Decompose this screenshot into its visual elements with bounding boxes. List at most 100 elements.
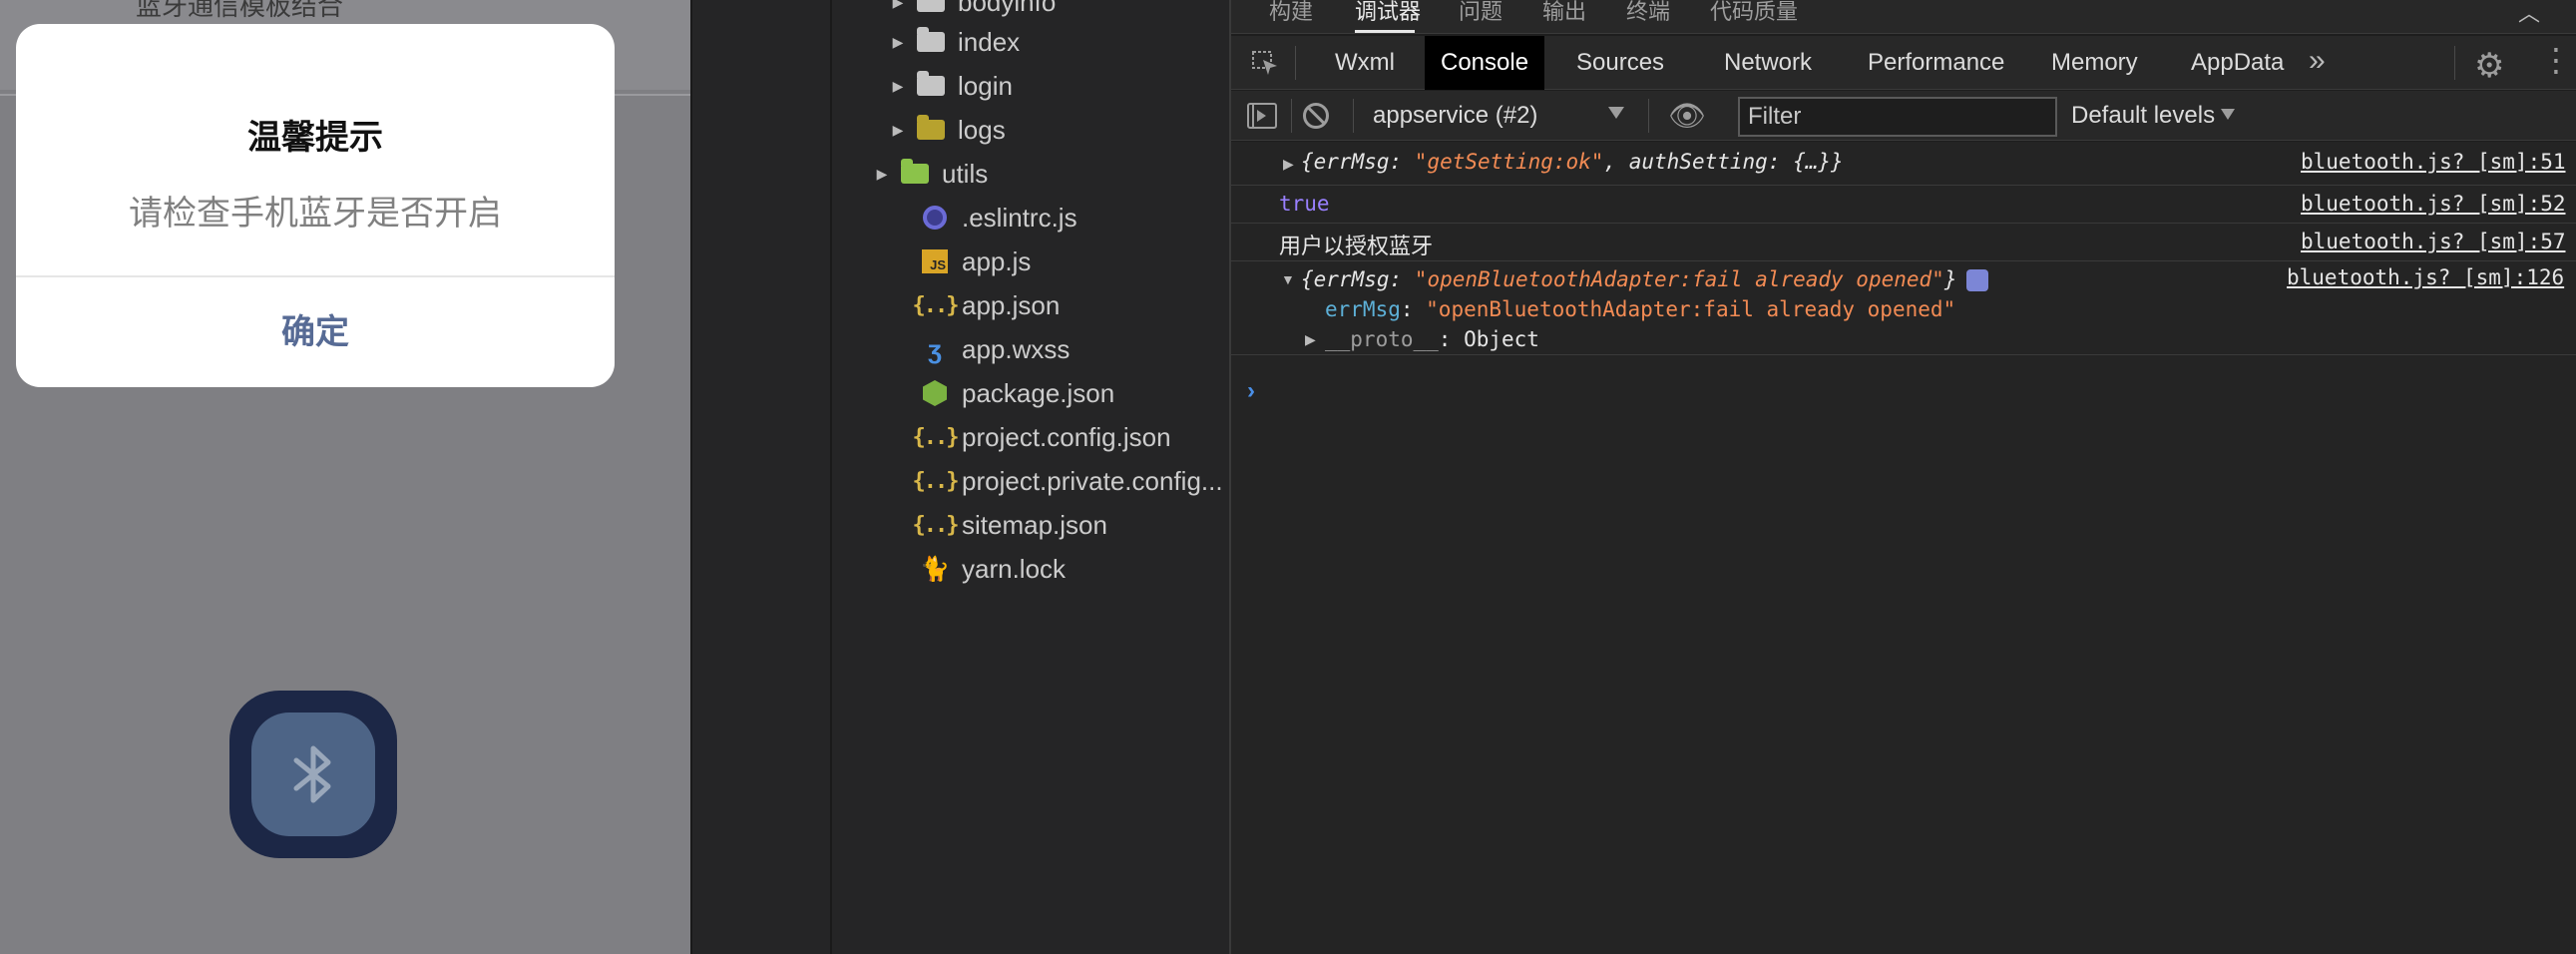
console-prompt[interactable]: › [1247, 377, 1255, 405]
settings-gear-icon[interactable]: ⚙ [2474, 46, 2504, 86]
tab-appdata[interactable]: AppData [2175, 36, 2300, 90]
log-object-preview[interactable]: {errMsg: "openBluetoothAdapter:fail alre… [1301, 267, 1989, 291]
log-prefix: {errMsg: [1301, 267, 1415, 291]
proto-key: __proto__ [1325, 327, 1439, 351]
js-file-icon: JS [920, 248, 950, 274]
tree-item-label: sitemap.json [962, 509, 1107, 540]
tree-item-sitemap-json[interactable]: {..} sitemap.json [892, 503, 1107, 547]
tree-item-eslintrc[interactable]: .eslintrc.js [892, 196, 1077, 239]
source-link[interactable]: bluetooth.js? [sm]:52 [2301, 192, 2566, 216]
proto-value: Object [1464, 327, 1539, 351]
more-tabs-icon[interactable]: » [2309, 44, 2326, 78]
toolbar-separator [1291, 99, 1292, 133]
log-suffix: , authSetting: {…}} [1603, 150, 1844, 174]
simulator-top-text: 蓝牙通信模板结合 [136, 0, 344, 21]
object-prototype[interactable]: __proto__: Object [1325, 327, 1539, 351]
inspect-element-icon[interactable] [1251, 50, 1279, 76]
file-explorer: ▶ bodyinfo ▶ index ▶ login ▶ logs ▶ util… [830, 0, 1229, 954]
tree-item-label: app.js [962, 245, 1032, 276]
toolbar-separator [1295, 46, 1296, 80]
tab-console[interactable]: Console [1425, 36, 1545, 90]
tree-item-label: utils [942, 158, 989, 189]
log-string: "openBluetoothAdapter:fail already opene… [1414, 267, 1944, 291]
collapse-arrow-icon[interactable]: ▼ [1281, 271, 1295, 287]
json-file-icon: {..} [912, 512, 960, 538]
bluetooth-button-inner [251, 713, 375, 836]
tab-code-quality[interactable]: 代码质量 [1710, 0, 1798, 26]
log-text: 用户以授权蓝牙 [1279, 234, 1434, 258]
tree-item-app-json[interactable]: {..} app.json [892, 283, 1061, 327]
expand-arrow-icon[interactable]: ▶ [1305, 331, 1316, 348]
clear-console-icon[interactable] [1303, 103, 1329, 129]
console-toolbar: appservice (#2) 👁 Default levels [1231, 91, 2576, 141]
log-prefix: {errMsg: [1301, 150, 1415, 174]
wxss-file-icon: ʒ [928, 333, 942, 364]
expand-arrow-icon[interactable]: ▶ [872, 166, 892, 183]
tree-item-app-js[interactable]: JS app.js [892, 239, 1031, 283]
source-link[interactable]: bluetooth.js? [sm]:126 [2287, 265, 2564, 289]
tree-item-label: app.wxss [962, 333, 1071, 364]
toolbar-separator [1648, 99, 1649, 133]
tab-terminal[interactable]: 终端 [1626, 0, 1670, 26]
tab-memory[interactable]: Memory [2035, 36, 2154, 90]
object-property[interactable]: errMsg: "openBluetoothAdapter:fail alrea… [1325, 297, 1955, 321]
tree-item-label: bodyinfo [958, 0, 1057, 17]
tree-item-login[interactable]: ▶ login [888, 64, 1013, 108]
console-output: ▶ {errMsg: "getSetting:ok", authSetting:… [1231, 142, 2576, 954]
tree-item-project-config[interactable]: {..} project.config.json [892, 415, 1171, 459]
live-expression-eye-icon[interactable]: 👁 [1668, 99, 1706, 134]
source-link[interactable]: bluetooth.js? [sm]:57 [2301, 230, 2566, 253]
console-message: ▼ {errMsg: "openBluetoothAdapter:fail al… [1231, 261, 2576, 355]
json-file-icon: {..} [912, 468, 960, 494]
tree-item-index[interactable]: ▶ index [888, 20, 1021, 64]
tree-item-project-private-config[interactable]: {..} project.private.config... [892, 459, 1223, 503]
tab-sources[interactable]: Sources [1560, 36, 1680, 90]
context-select[interactable]: appservice (#2) [1373, 91, 1537, 141]
source-link[interactable]: bluetooth.js? [sm]:51 [2301, 150, 2566, 174]
log-object-preview[interactable]: {errMsg: "getSetting:ok", authSetting: {… [1301, 150, 1844, 174]
property-key: errMsg [1325, 297, 1401, 321]
expand-arrow-icon[interactable]: ▶ [1283, 156, 1294, 173]
toolbar-separator [1353, 99, 1354, 133]
chevron-down-icon[interactable] [1608, 107, 1624, 119]
expand-arrow-icon[interactable]: ▶ [888, 0, 908, 11]
toolbar-separator [2454, 46, 2455, 80]
tab-build[interactable]: 构建 [1269, 0, 1313, 26]
more-options-icon[interactable]: ⋮ [2540, 44, 2572, 76]
console-message: 用户以授权蓝牙 bluetooth.js? [sm]:57 [1231, 224, 2576, 261]
collapse-panel-icon[interactable]: ︿ [2518, 0, 2540, 28]
tree-item-package-json[interactable]: package.json [892, 371, 1114, 415]
tab-performance[interactable]: Performance [1852, 36, 2020, 90]
bluetooth-icon [293, 745, 331, 803]
tab-network[interactable]: Network [1708, 36, 1828, 90]
tree-item-label: index [958, 26, 1021, 57]
tree-item-utils[interactable]: ▶ utils [872, 152, 989, 196]
expand-arrow-icon[interactable]: ▶ [888, 78, 908, 95]
tree-item-label: login [958, 70, 1013, 101]
modal-confirm-button[interactable]: 确定 [16, 277, 615, 387]
sidebar-toggle-icon[interactable] [1247, 103, 1277, 129]
tab-problems[interactable]: 问题 [1459, 0, 1503, 26]
yarn-icon: 🐈 [920, 555, 950, 583]
info-badge-icon[interactable] [1966, 269, 1989, 291]
expand-arrow-icon[interactable]: ▶ [888, 34, 908, 51]
bluetooth-button[interactable] [229, 691, 397, 858]
tab-wxml[interactable]: Wxml [1319, 36, 1411, 90]
tree-item-yarn-lock[interactable]: 🐈 yarn.lock [892, 547, 1066, 591]
expand-arrow-icon[interactable]: ▶ [888, 122, 908, 139]
tree-item-app-wxss[interactable]: ʒ app.wxss [892, 327, 1070, 371]
simulator: 蓝牙通信模板结合 温馨提示 请检查手机蓝牙是否开启 确定 [0, 0, 690, 954]
folder-utils-icon [900, 159, 930, 187]
tree-item-logs[interactable]: ▶ logs [888, 108, 1006, 152]
chevron-down-icon[interactable] [2221, 109, 2235, 120]
tab-output[interactable]: 输出 [1542, 0, 1586, 26]
tab-debugger[interactable]: 调试器 [1355, 0, 1421, 26]
json-file-icon: {..} [912, 292, 960, 318]
log-levels-select[interactable]: Default levels [2071, 91, 2215, 141]
devtools-panel: 构建 调试器 问题 输出 终端 代码质量 ︿ Wxml Console Sour… [1229, 0, 2576, 954]
active-tab-indicator [1355, 30, 1415, 33]
modal-title: 温馨提示 [247, 119, 383, 157]
tree-item-label: project.config.json [962, 421, 1171, 452]
json-file-icon: {..} [912, 424, 960, 450]
filter-input[interactable] [1738, 97, 2057, 137]
